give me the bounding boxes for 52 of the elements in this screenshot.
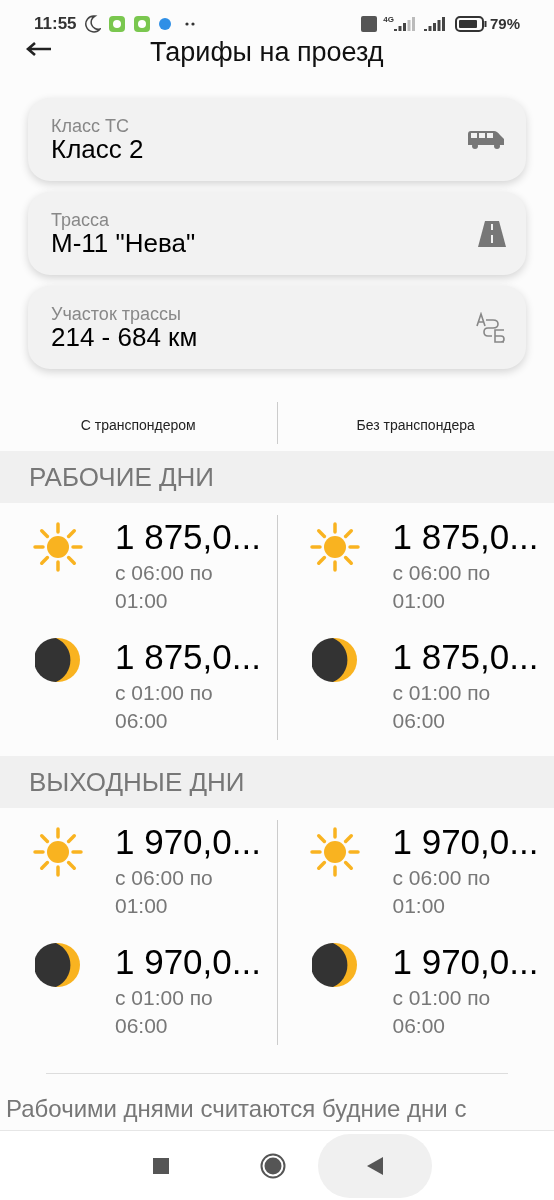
signal-icon — [393, 17, 416, 31]
moon-icon — [34, 941, 81, 988]
moon-icon — [312, 941, 358, 988]
van-icon — [466, 129, 506, 150]
time-range: с 01:00 по 06:00 — [392, 984, 492, 1039]
price: 1 875,0... — [115, 516, 261, 558]
square-icon — [153, 1157, 169, 1174]
selector-card[interactable]: Класс ТС Класс 2 — [28, 98, 526, 181]
moon-icon — [34, 636, 81, 683]
price: 1 875,0... — [392, 635, 539, 678]
signal-icon — [423, 17, 446, 31]
time-range: с 06:00 по 01:00 — [392, 560, 492, 614]
price: 1 875,0... — [115, 635, 261, 678]
page-title: Тарифы на проезд — [150, 36, 384, 69]
app-icon — [158, 18, 171, 30]
time-range: с 01:00 по 06:00 — [392, 679, 492, 734]
tab[interactable]: Без транспондера — [277, 410, 554, 436]
battery-icon — [454, 16, 487, 32]
triangle-icon — [367, 1156, 383, 1175]
time-range: с 06:00 по 01:00 — [115, 560, 214, 614]
road-icon — [478, 220, 506, 247]
section-header: РАБОЧИЕ ДНИ — [0, 451, 554, 503]
price: 1 970,0... — [115, 940, 261, 983]
time-range: с 01:00 по 06:00 — [115, 984, 214, 1039]
price: 1 875,0... — [392, 516, 539, 558]
route-icon — [476, 311, 506, 344]
app-icon — [108, 16, 125, 32]
price: 1 970,0... — [392, 940, 539, 983]
back-arrow-icon — [26, 41, 52, 57]
section-header: ВЫХОДНЫЕ ДНИ — [0, 756, 554, 808]
price: 1 970,0... — [115, 821, 261, 863]
network-type: 4G — [383, 14, 394, 26]
battery-percent: 79% — [489, 13, 520, 34]
footer-note: Рабочими днями считаются будние дни с — [5, 1094, 468, 1124]
more-icon — [184, 22, 195, 26]
field-label: Участок трассы — [51, 304, 182, 323]
price: 1 970,0... — [392, 821, 539, 863]
selector-card[interactable]: Трасса М-11 "Нева" — [28, 192, 526, 275]
time-range: с 01:00 по 06:00 — [115, 679, 214, 734]
circle-icon — [260, 1152, 286, 1179]
tab[interactable]: С транспондером — [0, 410, 277, 436]
status-time: 11:55 — [34, 13, 77, 36]
time-range: с 06:00 по 01:00 — [115, 865, 214, 919]
field-value: Класс 2 — [51, 134, 145, 163]
field-label: Трасса — [51, 210, 111, 229]
moon-icon — [312, 636, 358, 683]
back-button[interactable] — [26, 41, 52, 57]
field-label: Класс ТС — [51, 116, 130, 135]
selector-card[interactable]: Участок трассы 214 - 684 км — [28, 286, 526, 369]
app-icon — [133, 16, 150, 32]
time-range: с 06:00 по 01:00 — [392, 865, 492, 919]
moon-icon — [84, 15, 101, 33]
